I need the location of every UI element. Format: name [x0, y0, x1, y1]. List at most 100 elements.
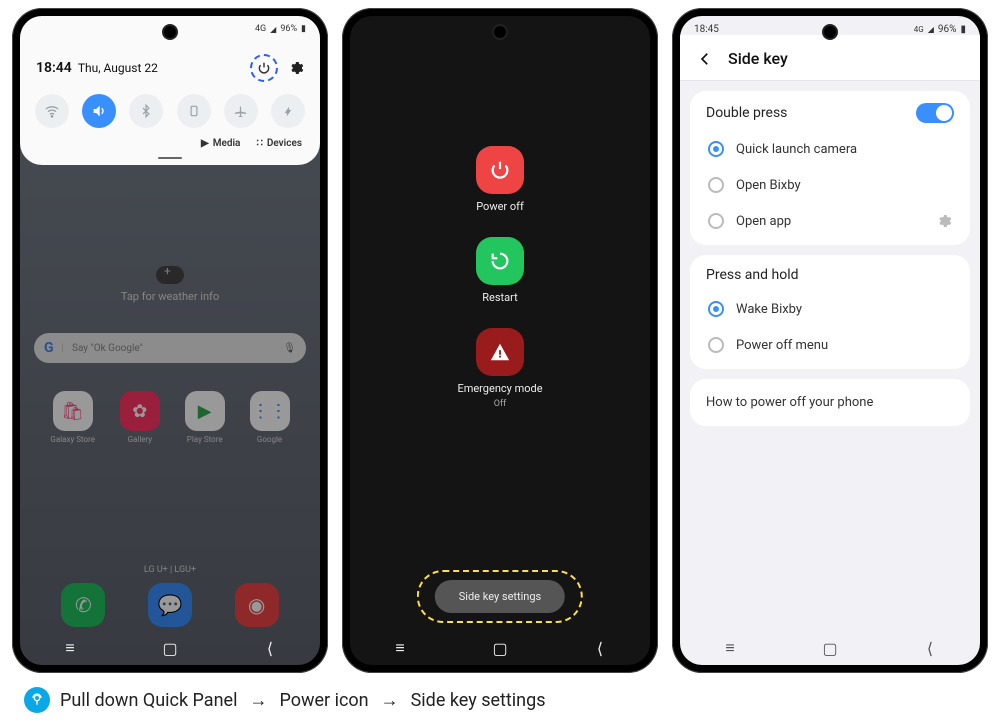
option-label: Power off menu [736, 338, 828, 353]
app-icon: ✿ [120, 391, 160, 431]
toggle-flashlight[interactable] [271, 94, 305, 128]
nav-home-icon[interactable]: ▢ [821, 639, 839, 657]
press-hold-title: Press and hold [706, 267, 799, 283]
power-icon[interactable] [250, 54, 278, 82]
how-to-power-off[interactable]: How to power off your phone [690, 379, 970, 426]
clock-time: 18:45 [694, 24, 719, 35]
sound-icon [91, 103, 107, 119]
google-search-bar[interactable]: G | Say "Ok Google" 🎙 [34, 333, 306, 363]
app-label: Google [257, 435, 282, 444]
caption-step1: Pull down Quick Panel [60, 690, 237, 711]
nav-back-icon[interactable]: ⟨ [261, 639, 279, 657]
weather-tap-label: Tap for weather info [34, 290, 306, 303]
power-item-label: Emergency mode [457, 382, 542, 395]
nav-bar: ≡ ▢ ⟨ [20, 631, 320, 665]
radio-icon [708, 213, 724, 229]
back-arrow-icon[interactable] [696, 50, 714, 68]
app-icon: ✆ [61, 583, 105, 627]
double-press-title: Double press [706, 105, 787, 121]
devices-button[interactable]: ∷ Devices [256, 138, 302, 149]
toggle-wifi[interactable] [35, 94, 69, 128]
tap-gesture-icon [24, 687, 50, 713]
nav-recents-icon[interactable]: ≡ [391, 639, 409, 657]
media-button[interactable]: ▶ Media [201, 138, 240, 149]
nav-back-icon[interactable]: ⟨ [591, 639, 609, 657]
app-icon: 💬 [148, 583, 192, 627]
highlight-annotation [417, 570, 583, 623]
option-label: Quick launch camera [736, 142, 857, 157]
toggle-sound[interactable] [82, 94, 116, 128]
toggle-rotation[interactable] [177, 94, 211, 128]
alert-icon [476, 328, 524, 376]
gear-icon[interactable] [936, 213, 952, 229]
nav-home-icon[interactable]: ▢ [161, 639, 179, 657]
nav-bar: ≡ ▢ ⟨ [350, 631, 650, 665]
clock-time: 18:44 [36, 60, 72, 76]
toggle-bluetooth[interactable] [129, 94, 163, 128]
quick-panel[interactable]: 4G ◢ 96% ▮ 18:44 Thu, August 22 [20, 16, 320, 165]
power-power-off[interactable]: Power off [476, 146, 524, 213]
app-google[interactable]: ⋮⋮ Google [250, 391, 290, 444]
weather-widget[interactable]: Tap for weather info [34, 266, 306, 303]
press-hold-card: Press and hold Wake Bixby Power off menu [690, 255, 970, 369]
dock-app[interactable]: ◉ [235, 583, 279, 627]
radio-icon [708, 301, 724, 317]
radio-icon [708, 177, 724, 193]
home-screen-dimmed: Tap for weather info G | Say "Ok Google"… [20, 196, 320, 665]
app-label: Play Store [187, 435, 223, 444]
double-press-toggle[interactable] [916, 103, 954, 123]
arrow-icon: → [381, 690, 399, 711]
camera-hole [824, 26, 836, 38]
double-press-option-open-app[interactable]: Open app [706, 203, 954, 239]
restart-icon [476, 237, 524, 285]
airplane-icon [233, 104, 248, 119]
arrow-icon: → [249, 690, 267, 711]
power-item-label: Power off [476, 200, 524, 213]
rotation-icon [187, 104, 201, 118]
option-label: Wake Bixby [736, 302, 802, 317]
app-icon: 🛍 [53, 391, 93, 431]
double-press-option-open-bixby[interactable]: Open Bixby [706, 167, 954, 203]
search-hint: Say "Ok Google" [72, 343, 275, 354]
nav-recents-icon[interactable]: ≡ [721, 639, 739, 657]
power-emergency-mode[interactable]: Emergency modeOff [457, 328, 542, 409]
app-play-store[interactable]: ▶ Play Store [185, 391, 225, 444]
app-icon: ▶ [185, 391, 225, 431]
app-gallery[interactable]: ✿Gallery [120, 391, 160, 444]
google-g-icon: G [44, 340, 54, 356]
network-indicator: 4G [255, 24, 266, 34]
press-hold-option-wake-bixby[interactable]: Wake Bixby [706, 291, 954, 327]
radio-icon [708, 337, 724, 353]
nav-back-icon[interactable]: ⟨ [921, 639, 939, 657]
network-indicator: 4G [914, 25, 924, 34]
caption-step2: Power icon [279, 690, 368, 711]
option-label: Open app [736, 214, 791, 229]
nav-bar: ≡ ▢ ⟨ [680, 631, 980, 665]
panel-drag-handle[interactable] [158, 157, 182, 159]
dock-app[interactable]: ✆ [61, 583, 105, 627]
app-label: Galaxy Store [50, 435, 95, 444]
settings-header: Side key [680, 35, 980, 81]
app-icon: ⋮⋮ [250, 391, 290, 431]
instruction-caption: Pull down Quick Panel → Power icon → Sid… [0, 673, 1000, 713]
date-label: Thu, August 22 [78, 61, 158, 75]
option-label: Open Bixby [736, 178, 801, 193]
wifi-icon [44, 103, 60, 119]
nav-recents-icon[interactable]: ≡ [61, 639, 79, 657]
double-press-option-quick-launch-camera[interactable]: Quick launch camera [706, 131, 954, 167]
bluetooth-icon [139, 104, 153, 118]
power-restart[interactable]: Restart [476, 237, 524, 304]
phone-side-key-settings: 18:45 4G ◢ 96% ▮ Side key Double press [672, 8, 988, 673]
settings-gear-icon[interactable] [288, 60, 304, 76]
nav-home-icon[interactable]: ▢ [491, 639, 509, 657]
toggle-airplane[interactable] [224, 94, 258, 128]
cloud-icon [156, 266, 184, 284]
status-bar: 4G ◢ 96% ▮ [255, 24, 306, 34]
dock-app[interactable]: 💬 [148, 583, 192, 627]
page-title: Side key [728, 49, 788, 68]
double-press-card: Double press Quick launch camera Open Bix… [690, 91, 970, 245]
app-galaxy-store[interactable]: 🛍 Galaxy Store [50, 391, 95, 444]
press-hold-option-power-off-menu[interactable]: Power off menu [706, 327, 954, 363]
flashlight-icon [282, 105, 295, 118]
mic-icon[interactable]: 🎙 [283, 343, 296, 354]
